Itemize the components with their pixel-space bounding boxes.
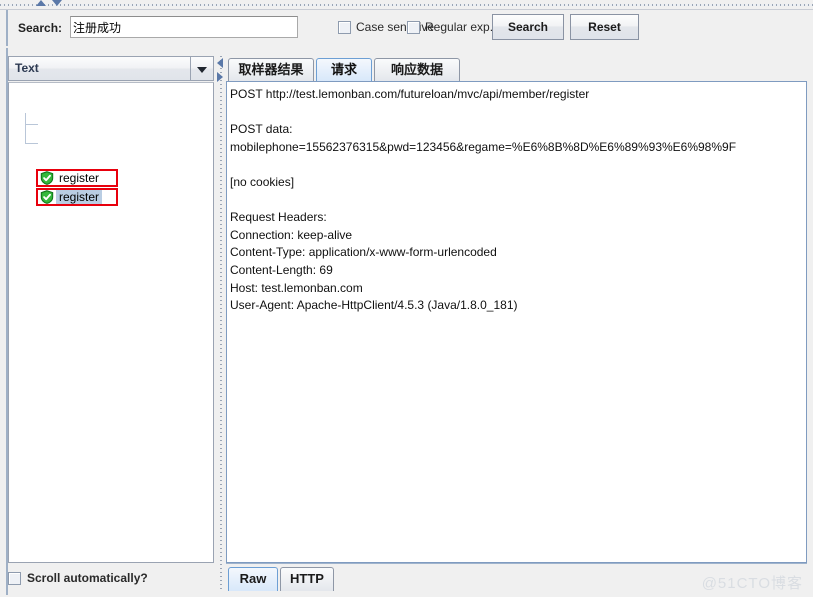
results-tree-panel: Text register register Scroll automatica…	[8, 56, 214, 591]
request-line: [no cookies]	[230, 174, 295, 189]
checkbox-icon[interactable]	[338, 20, 351, 34]
search-button[interactable]: Search	[492, 14, 564, 40]
search-toolbar: Search: Case sensitive Regular exp. Sear…	[6, 10, 807, 46]
tree-item-register-2[interactable]: register	[36, 188, 118, 206]
tree-item-register-1[interactable]: register	[36, 169, 118, 187]
checkbox-icon[interactable]	[407, 20, 420, 34]
panel-bottom-separator	[226, 563, 807, 564]
success-shield-icon	[40, 190, 54, 204]
tab-raw[interactable]: Raw	[228, 567, 278, 591]
request-text-content: POST http://test.lemonban.com/futureloan…	[230, 86, 803, 315]
combobox-arrow-button[interactable]	[190, 57, 213, 80]
collapse-up-arrow-icon[interactable]	[36, 0, 46, 6]
results-tree[interactable]: register register	[8, 82, 214, 563]
watermark-text: @51CTO博客	[701, 575, 803, 592]
result-detail-panel: 取样器结果 请求 响应数据 POST http://test.lemonban.…	[226, 56, 807, 591]
search-label: Search:	[18, 21, 63, 35]
search-input[interactable]	[70, 16, 298, 38]
tab-response-data[interactable]: 响应数据	[374, 58, 460, 81]
tab-http[interactable]: HTTP	[280, 567, 334, 591]
request-line: Host: test.lemonban.com	[230, 280, 363, 295]
checkbox-icon[interactable]	[8, 571, 21, 585]
collapse-down-arrow-icon[interactable]	[52, 0, 62, 6]
tab-request[interactable]: 请求	[316, 58, 372, 81]
scroll-automatically-checkbox[interactable]: Scroll automatically?	[8, 566, 214, 590]
render-format-value: Text	[15, 61, 39, 75]
vertical-split-divider[interactable]	[216, 56, 226, 591]
request-line: mobilephone=15562376315&pwd=123456&regam…	[230, 139, 737, 154]
chevron-down-icon[interactable]	[197, 67, 207, 73]
request-text-view[interactable]: POST http://test.lemonban.com/futureloan…	[226, 81, 807, 563]
tree-item-label: register	[56, 190, 103, 204]
request-line: Connection: keep-alive	[230, 227, 353, 242]
regular-exp-checkbox[interactable]: Regular exp.	[407, 19, 493, 35]
request-line: Request Headers:	[230, 210, 327, 225]
request-line: Content-Type: application/x-www-form-url…	[230, 245, 497, 260]
request-line-blank	[230, 156, 803, 174]
request-line-blank	[230, 104, 803, 122]
request-line: POST http://test.lemonban.com/futureloan…	[230, 87, 590, 101]
reset-button[interactable]: Reset	[570, 14, 639, 40]
request-line: Content-Length: 69	[230, 262, 333, 277]
detail-tabstrip: 取样器结果 请求 响应数据	[226, 56, 807, 81]
render-format-combobox[interactable]: Text	[8, 56, 214, 81]
success-shield-icon	[40, 171, 54, 185]
jmeter-view-results-tree-window: Search: Case sensitive Regular exp. Sear…	[0, 0, 813, 597]
tree-item-label: register	[59, 171, 100, 185]
scroll-automatically-label: Scroll automatically?	[27, 571, 148, 585]
tree-connector-line	[25, 113, 38, 125]
request-line-blank	[230, 192, 803, 210]
tab-sampler-result[interactable]: 取样器结果	[228, 58, 314, 81]
request-line: POST data:	[230, 122, 293, 137]
regular-exp-label: Regular exp.	[425, 20, 494, 34]
collapse-left-arrow-icon[interactable]	[217, 58, 223, 68]
horizontal-split-divider[interactable]	[0, 0, 813, 10]
collapse-right-arrow-icon[interactable]	[217, 72, 223, 82]
request-line: User-Agent: Apache-HttpClient/4.5.3 (Jav…	[230, 298, 518, 313]
